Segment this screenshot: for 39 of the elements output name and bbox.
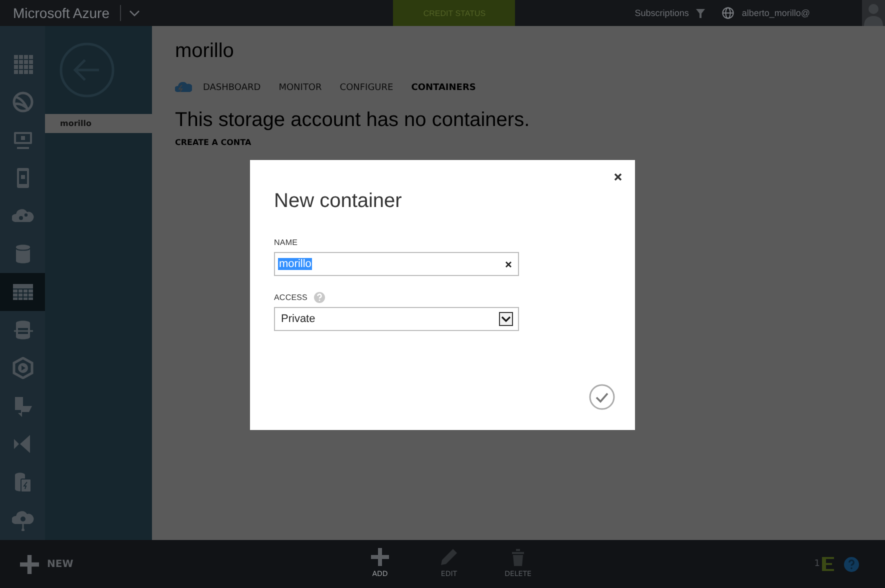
globe-icon[interactable] [722, 7, 734, 19]
plus-icon [371, 548, 389, 566]
plus-icon [20, 554, 39, 574]
cloud-network-icon [12, 509, 34, 531]
nav-item[interactable] [0, 273, 45, 311]
monitor-icon [12, 129, 34, 151]
tab[interactable]: CONTAINERS [411, 82, 476, 92]
resource-item[interactable]: morillo [45, 114, 152, 133]
field-label: ACCESS [274, 292, 308, 302]
brand-name: Microsoft Azure [13, 5, 110, 21]
grid-icon [12, 53, 34, 75]
tab[interactable]: DASHBOARD [203, 82, 261, 92]
empty-message: This storage account has no containers. [175, 109, 531, 132]
filter-icon[interactable] [696, 8, 705, 18]
clear-icon[interactable] [504, 260, 513, 268]
create-container-link[interactable]: CREATE A CONTA [175, 138, 252, 147]
help-icon[interactable] [844, 556, 859, 572]
access-dropdown[interactable]: Private [274, 307, 519, 331]
database-icon [12, 319, 34, 341]
subscriptions-link[interactable]: Subscriptions [634, 8, 689, 18]
globe-icon [12, 91, 34, 113]
trash-icon [509, 548, 527, 566]
table-icon [12, 281, 34, 303]
user-name[interactable]: alberto_morillo@ [742, 8, 810, 18]
tab[interactable]: CONFIGURE [340, 82, 394, 92]
notification-count: 1 [814, 559, 820, 569]
help-icon[interactable] [314, 292, 324, 302]
page-title: morillo [175, 40, 235, 64]
dialog-title: New container [274, 190, 403, 214]
pencil-icon [440, 548, 458, 566]
new-button[interactable]: NEW [20, 554, 74, 574]
play-icon [12, 357, 34, 379]
cloud-icon [175, 82, 192, 93]
close-icon[interactable] [613, 172, 623, 182]
checkmark-button[interactable] [589, 384, 615, 410]
name-input-field[interactable]: morillo [274, 252, 519, 276]
tab[interactable]: MONITOR [278, 82, 322, 92]
chevron-down-icon[interactable] [129, 10, 140, 16]
field-label: NAME [274, 238, 298, 246]
